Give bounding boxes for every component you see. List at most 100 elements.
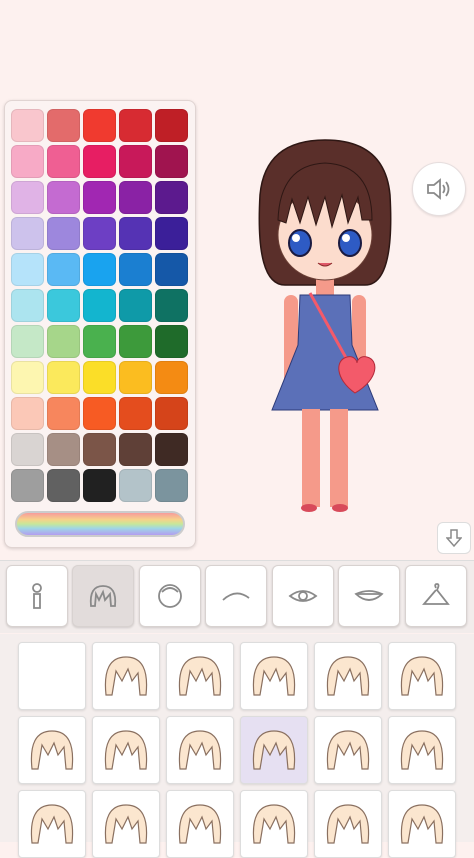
- hair-style-icon: [252, 730, 296, 770]
- color-swatch[interactable]: [11, 145, 44, 178]
- arrow-down-icon: [446, 529, 462, 548]
- hair-option[interactable]: [314, 790, 382, 858]
- color-swatch[interactable]: [83, 145, 116, 178]
- custom-color-slider[interactable]: [15, 511, 185, 537]
- hair-style-icon: [30, 730, 74, 770]
- collapse-panel-button[interactable]: [437, 522, 471, 554]
- hair-option[interactable]: [388, 642, 456, 710]
- hair-option[interactable]: [92, 716, 160, 784]
- color-swatch[interactable]: [83, 253, 116, 286]
- color-swatch[interactable]: [155, 217, 188, 250]
- color-swatch[interactable]: [83, 181, 116, 214]
- hair-option[interactable]: [18, 642, 86, 710]
- hair-style-icon: [326, 656, 370, 696]
- color-swatch[interactable]: [155, 253, 188, 286]
- color-swatch[interactable]: [119, 397, 152, 430]
- color-swatch[interactable]: [119, 469, 152, 502]
- sound-toggle-button[interactable]: [412, 162, 466, 216]
- hair-style-icon: [104, 656, 148, 696]
- tab-eyebrow[interactable]: [205, 565, 267, 627]
- hair-style-icon: [178, 656, 222, 696]
- color-swatch[interactable]: [11, 397, 44, 430]
- tab-eye[interactable]: [272, 565, 334, 627]
- color-swatch[interactable]: [47, 289, 80, 322]
- color-swatch[interactable]: [11, 433, 44, 466]
- mouth-icon: [354, 590, 384, 601]
- color-swatch[interactable]: [119, 325, 152, 358]
- color-swatch[interactable]: [47, 361, 80, 394]
- color-swatch[interactable]: [119, 361, 152, 394]
- color-swatch[interactable]: [11, 325, 44, 358]
- color-swatch[interactable]: [119, 145, 152, 178]
- color-swatch[interactable]: [47, 433, 80, 466]
- color-swatch[interactable]: [47, 109, 80, 142]
- color-swatch[interactable]: [11, 289, 44, 322]
- color-swatch[interactable]: [47, 181, 80, 214]
- color-swatch[interactable]: [155, 181, 188, 214]
- color-swatch[interactable]: [47, 397, 80, 430]
- hair-option[interactable]: [92, 642, 160, 710]
- tab-hair-front[interactable]: [72, 565, 134, 627]
- hair-option[interactable]: [166, 716, 234, 784]
- tab-mouth[interactable]: [338, 565, 400, 627]
- hair-option[interactable]: [166, 642, 234, 710]
- hair-option[interactable]: [166, 790, 234, 858]
- character-left-shoe: [301, 504, 317, 512]
- color-swatch[interactable]: [47, 217, 80, 250]
- hair-option[interactable]: [240, 642, 308, 710]
- tab-body[interactable]: [6, 565, 68, 627]
- character-right-eye: [338, 229, 362, 257]
- hair-style-icon: [326, 730, 370, 770]
- hair-option[interactable]: [314, 716, 382, 784]
- color-swatch[interactable]: [119, 289, 152, 322]
- color-swatch[interactable]: [83, 361, 116, 394]
- color-swatch[interactable]: [11, 469, 44, 502]
- color-swatch[interactable]: [47, 145, 80, 178]
- tab-hair-back[interactable]: [139, 565, 201, 627]
- hair-style-icon: [252, 656, 296, 696]
- color-swatch[interactable]: [11, 217, 44, 250]
- color-swatch[interactable]: [119, 109, 152, 142]
- color-swatch[interactable]: [47, 469, 80, 502]
- character-right-leg: [330, 409, 348, 507]
- color-swatch[interactable]: [83, 217, 116, 250]
- color-swatch[interactable]: [83, 289, 116, 322]
- color-swatch[interactable]: [155, 361, 188, 394]
- hair-option[interactable]: [18, 716, 86, 784]
- color-swatch[interactable]: [155, 433, 188, 466]
- color-swatch[interactable]: [47, 325, 80, 358]
- body-icon: [32, 583, 42, 609]
- color-swatch[interactable]: [11, 181, 44, 214]
- color-swatch[interactable]: [11, 253, 44, 286]
- hair-option[interactable]: [240, 716, 308, 784]
- hair-option[interactable]: [240, 790, 308, 858]
- tab-clothes-hanger[interactable]: [405, 565, 467, 627]
- color-swatch[interactable]: [11, 361, 44, 394]
- hair-option[interactable]: [92, 790, 160, 858]
- hair-option[interactable]: [18, 790, 86, 858]
- color-swatch[interactable]: [155, 289, 188, 322]
- color-swatch[interactable]: [83, 469, 116, 502]
- hair-option[interactable]: [388, 790, 456, 858]
- color-swatch[interactable]: [119, 181, 152, 214]
- color-swatch[interactable]: [83, 433, 116, 466]
- color-swatch[interactable]: [119, 253, 152, 286]
- color-swatch[interactable]: [155, 109, 188, 142]
- hair-option[interactable]: [314, 642, 382, 710]
- clothes-hanger-icon: [422, 583, 450, 605]
- color-swatch-grid: [11, 109, 189, 503]
- color-swatch[interactable]: [83, 325, 116, 358]
- hair-option[interactable]: [388, 716, 456, 784]
- color-swatch[interactable]: [47, 253, 80, 286]
- color-swatch[interactable]: [11, 109, 44, 142]
- color-swatch[interactable]: [119, 433, 152, 466]
- color-swatch[interactable]: [155, 469, 188, 502]
- color-swatch[interactable]: [155, 397, 188, 430]
- hair-style-icon: [104, 730, 148, 770]
- color-swatch[interactable]: [119, 217, 152, 250]
- color-swatch[interactable]: [155, 145, 188, 178]
- hair-options-grid: [0, 634, 474, 858]
- color-swatch[interactable]: [83, 397, 116, 430]
- color-swatch[interactable]: [83, 109, 116, 142]
- color-swatch[interactable]: [155, 325, 188, 358]
